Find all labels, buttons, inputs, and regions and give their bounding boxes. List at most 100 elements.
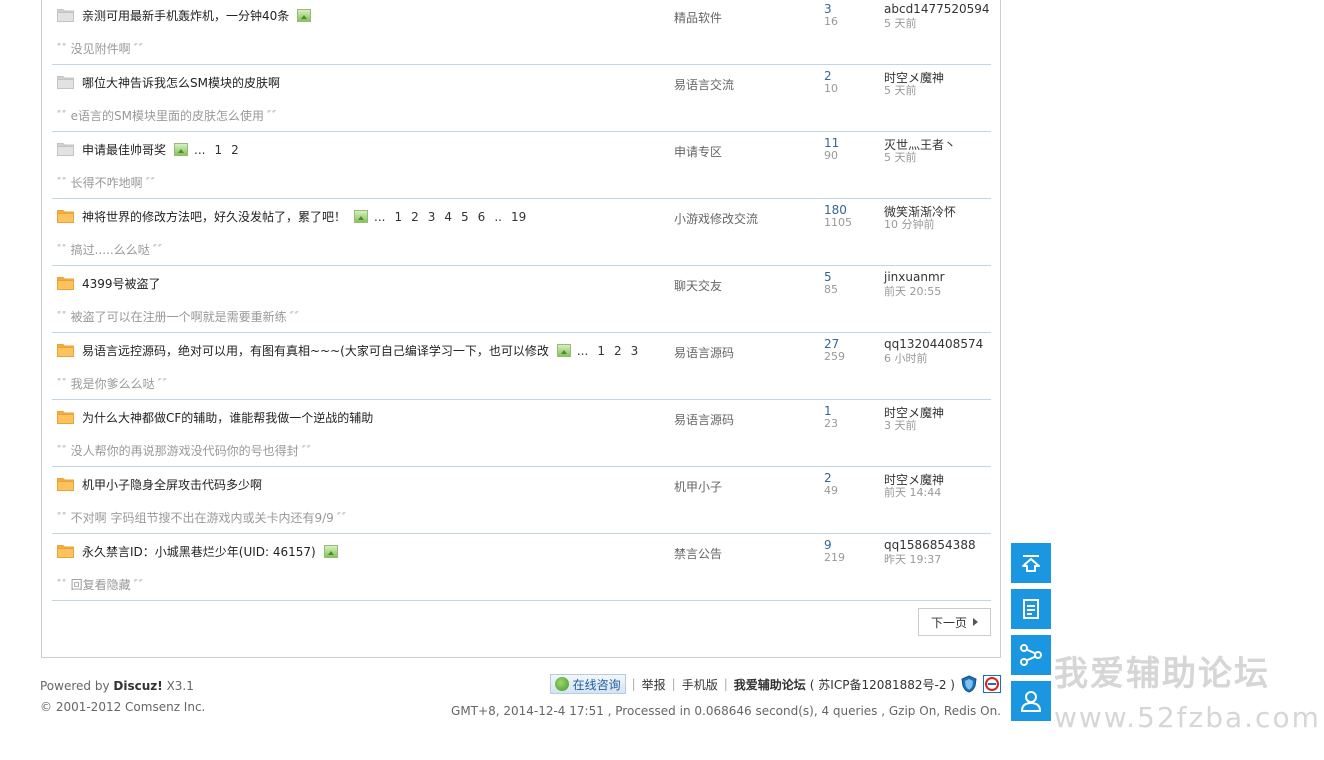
quote-text[interactable]: 不对啊 字码组节搜不出在游戏内或关卡内还有9/9 [71, 509, 334, 526]
discuz-link[interactable]: Discuz! [113, 679, 162, 693]
new-post-button[interactable] [1011, 589, 1051, 629]
folder-icon [57, 478, 74, 491]
last-post-time[interactable]: 前天 14:44 [884, 484, 941, 500]
image-attachment-icon [174, 143, 189, 156]
thread-title-link[interactable]: 4399号被盗了 [82, 275, 161, 292]
thread-title-link[interactable]: 为什么大神都做CF的辅助，谁能帮我做一个逆战的辅助 [82, 409, 373, 426]
thread-forum-link[interactable]: 易语言源码 [674, 344, 734, 361]
last-post-time[interactable]: 昨天 19:37 [884, 551, 941, 567]
last-poster-link[interactable]: abcd1477520594 [884, 2, 990, 16]
thread-forum-link[interactable]: 易语言源码 [674, 411, 734, 428]
last-post-time[interactable]: 5 天前 [884, 149, 917, 165]
icp-link[interactable]: ( 苏ICP备12081882号-2 ) [810, 676, 955, 693]
next-page-label: 下一页 [930, 615, 967, 630]
page-link[interactable]: 2 [411, 210, 419, 224]
page-link[interactable]: .. [494, 210, 502, 224]
quote-text[interactable]: 搞过.....么么哒 [71, 241, 150, 258]
quote-text[interactable]: 没人帮你的再说那游戏没代码你的号也得封 [71, 442, 299, 459]
image-attachment-icon [323, 545, 338, 558]
latest-reply-quote: “搞过.....么么哒” [56, 241, 164, 258]
page-link[interactable]: 2 [231, 143, 239, 157]
page-link[interactable]: 3 [428, 210, 436, 224]
page-link[interactable]: 1 [394, 210, 402, 224]
page-link[interactable]: 3 [631, 344, 639, 358]
quote-text[interactable]: e语言的SM模块里面的皮肤怎么使用 [71, 107, 264, 124]
online-consult-button[interactable]: 在线咨询 [549, 674, 626, 694]
page-link[interactable]: 1 [214, 143, 222, 157]
reply-count[interactable]: 2 [824, 69, 832, 83]
page-link[interactable]: ... [577, 344, 588, 358]
view-count: 219 [824, 551, 845, 564]
image-attachment-icon [556, 344, 571, 357]
share-button[interactable] [1011, 635, 1051, 675]
mobile-link[interactable]: 手机版 [682, 676, 718, 693]
folder-icon [57, 143, 74, 156]
thread-forum-link[interactable]: 精品软件 [674, 9, 722, 26]
report-link[interactable]: 举报 [642, 676, 666, 693]
last-post-time[interactable]: 5 天前 [884, 82, 917, 98]
footer-stats: GMT+8, 2014-12-4 17:51 , Processed in 0.… [451, 704, 1001, 718]
reply-count[interactable]: 2 [824, 471, 832, 485]
page-link[interactable]: ... [194, 143, 205, 157]
reply-count[interactable]: 9 [824, 538, 832, 552]
thread-row: 4399号被盗了 聊天交友 585 jinxuanmr前天 20:55 “被盗了可以在注… [52, 266, 991, 333]
reply-count[interactable]: 11 [824, 136, 839, 150]
quote-close-icon: ” [145, 177, 158, 189]
site-name-link[interactable]: 我爱辅助论坛 [734, 676, 806, 693]
page-link[interactable]: 2 [614, 344, 622, 358]
quote-close-icon: ” [336, 512, 349, 524]
page-link[interactable]: 19 [511, 210, 526, 224]
thread-title-link[interactable]: 申请最佳帅哥奖 [82, 141, 166, 158]
quote-text[interactable]: 回复看隐藏 [71, 576, 131, 593]
quote-text[interactable]: 被盗了可以在注册一个啊就是需要重新练 [71, 308, 287, 325]
quote-text[interactable]: 我是你爹么么哒 [71, 375, 155, 392]
thread-pages: ... 1 2 [194, 143, 239, 157]
thread-title-link[interactable]: 易语言远控源码，绝对可以用，有图有真相~~~(大家可自己编译学习一下，也可以修改 [82, 342, 549, 359]
back-to-top-button[interactable] [1011, 543, 1051, 583]
thread-forum-link[interactable]: 机甲小子 [674, 478, 722, 495]
shield-icon[interactable] [961, 675, 977, 693]
e-icon[interactable] [983, 675, 1001, 693]
last-poster-link[interactable]: qq13204408574 [884, 337, 983, 351]
quote-text[interactable]: 没见附件啊 [71, 40, 131, 57]
last-post-time[interactable]: 3 天前 [884, 417, 917, 433]
thread-forum-link[interactable]: 聊天交友 [674, 277, 722, 294]
arrow-up-icon [1022, 555, 1040, 572]
quote-text[interactable]: 长得不咋地啊 [71, 174, 143, 191]
reply-count[interactable]: 1 [824, 404, 832, 418]
thread-title-link[interactable]: 亲测可用最新手机轰炸机，一分钟40条 [82, 7, 289, 24]
thread-forum-link[interactable]: 小游戏修改交流 [674, 210, 758, 227]
page-link[interactable]: 5 [461, 210, 469, 224]
thread-row: 申请最佳帅哥奖...12申请专区1190灭世灬王者丶5 天前“长得不咋地啊” [52, 132, 991, 199]
page-link[interactable]: 4 [444, 210, 452, 224]
last-post-time[interactable]: 6 小时前 [884, 350, 928, 366]
thread-title-link[interactable]: 哪位大神告诉我怎么SM模块的皮肤啊 [82, 74, 280, 91]
reply-count[interactable]: 27 [824, 337, 839, 351]
folder-icon [57, 411, 74, 424]
reply-count[interactable]: 3 [824, 2, 832, 16]
thread-row: 永久禁言ID：小城黑巷烂少年(UID: 46157) 禁言公告 9 219 qq1586… [52, 534, 991, 601]
user-button[interactable] [1011, 681, 1051, 721]
last-post-time[interactable]: 10 分钟前 [884, 216, 935, 232]
last-poster-link[interactable]: qq1586854388 [884, 538, 976, 552]
thread-title-link[interactable]: 神将世界的修改方法吧，好久没发帖了，累了吧！ [82, 208, 346, 225]
reply-count[interactable]: 180 [824, 203, 847, 217]
last-post-time[interactable]: 5 天前 [884, 15, 917, 31]
last-post-time[interactable]: 前天 20:55 [884, 283, 941, 299]
thread-title-link[interactable]: 机甲小子隐身全屏攻击代码多少啊 [82, 476, 262, 493]
powered-by: Powered by Discuz! X3.1 [40, 676, 205, 697]
page-link[interactable]: 6 [478, 210, 486, 224]
thread-forum-link[interactable]: 申请专区 [674, 143, 722, 160]
reply-count[interactable]: 5 [824, 270, 832, 284]
page-link[interactable]: ... [374, 210, 385, 224]
thread-forum-link[interactable]: 易语言交流 [674, 76, 734, 93]
quote-open-icon: “ [56, 445, 69, 457]
quote-open-icon: “ [56, 512, 69, 524]
thread-list: 亲测可用最新手机轰炸机，一分钟40条 精品软件 3 16 abcd1477520594 5… [52, 0, 991, 601]
next-page-button[interactable]: 下一页 [918, 608, 991, 636]
thread-title-line: 机甲小子隐身全屏攻击代码多少啊 [82, 476, 262, 493]
last-poster-link[interactable]: jinxuanmr [884, 270, 945, 284]
thread-title-link[interactable]: 永久禁言ID：小城黑巷烂少年(UID: 46157) [82, 543, 316, 560]
page-link[interactable]: 1 [597, 344, 605, 358]
thread-forum-link[interactable]: 禁言公告 [674, 545, 722, 562]
